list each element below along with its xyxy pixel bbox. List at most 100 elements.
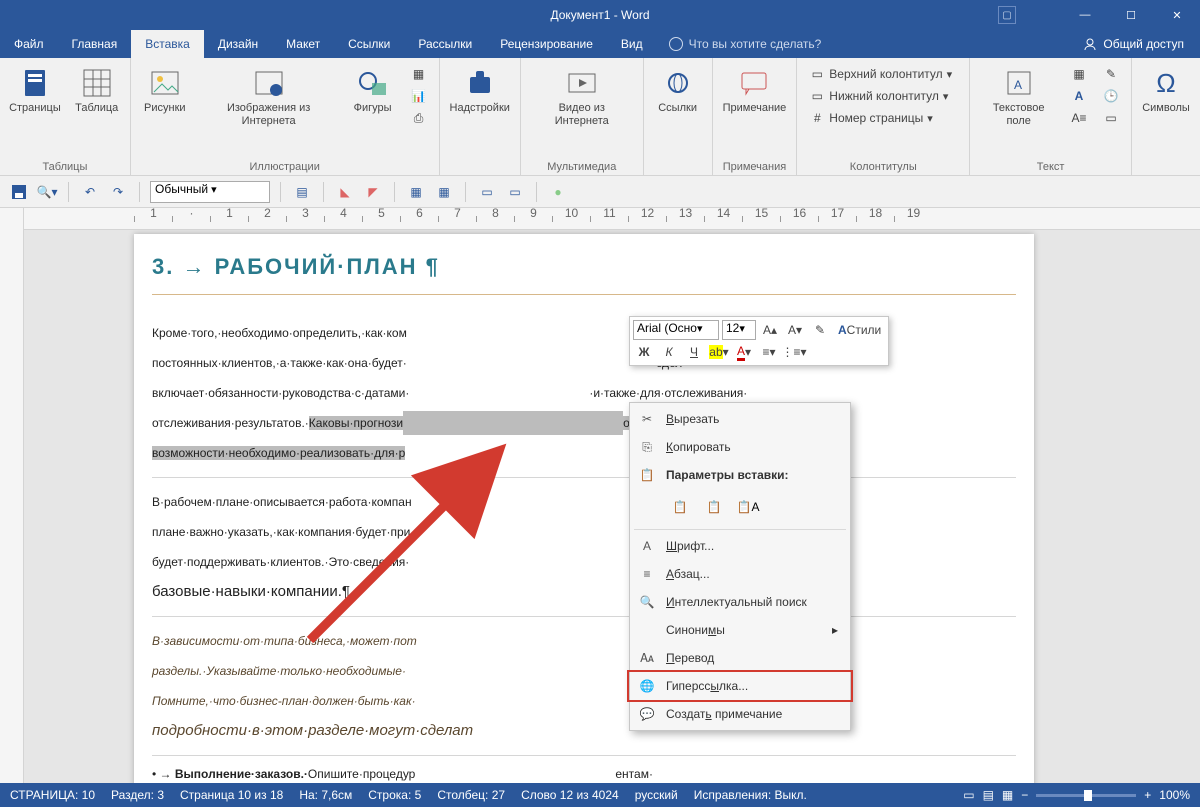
font-color-button[interactable]: A▾ bbox=[733, 342, 755, 362]
minimize-button[interactable]: — bbox=[1062, 0, 1108, 30]
tab-review[interactable]: Рецензирование bbox=[486, 30, 607, 58]
redo-button[interactable]: ↷ bbox=[107, 181, 129, 203]
save-button[interactable] bbox=[8, 181, 30, 203]
ctx-synonyms[interactable]: Синонимы▸ bbox=[630, 616, 850, 644]
qat-eraser-2[interactable]: ◤ bbox=[362, 181, 384, 203]
print-preview-button[interactable]: 🔍▾ bbox=[36, 181, 58, 203]
textbox-button[interactable]: A Текстовое поле bbox=[976, 62, 1061, 130]
status-language[interactable]: русский bbox=[635, 788, 678, 802]
tell-me-text: Что вы хотите сделать? bbox=[689, 37, 822, 51]
pictures-button[interactable]: Рисунки bbox=[137, 62, 193, 117]
tab-file[interactable]: Файл bbox=[0, 30, 58, 58]
online-pictures-button[interactable]: Изображения из Интернета bbox=[197, 62, 341, 130]
status-words[interactable]: Слово 12 из 4024 bbox=[521, 788, 619, 802]
quick-parts-button[interactable]: ▦ bbox=[1067, 64, 1091, 84]
screenshot-button[interactable]: ⎙ bbox=[407, 108, 431, 128]
numbering-button[interactable]: ⋮≡▾ bbox=[783, 342, 805, 362]
tell-me[interactable]: Что вы хотите сделать? bbox=[669, 30, 822, 58]
copy-icon: ⎘ bbox=[638, 438, 656, 456]
table-button[interactable]: Таблица bbox=[69, 62, 125, 117]
horizontal-ruler[interactable]: 1·12345678910111213141516171819 bbox=[24, 208, 1200, 230]
highlight-button[interactable]: ab▾ bbox=[708, 342, 730, 362]
zoom-out[interactable]: − bbox=[1021, 788, 1028, 802]
undo-button[interactable]: ↶ bbox=[79, 181, 101, 203]
tab-home[interactable]: Главная bbox=[58, 30, 132, 58]
document-area[interactable]: 3. → РАБОЧИЙ·ПЛАН ¶ Кроме·того,·необходи… bbox=[24, 230, 1200, 783]
signature-button[interactable]: ✎ bbox=[1099, 64, 1123, 84]
vertical-ruler[interactable] bbox=[0, 208, 24, 783]
online-video-button[interactable]: Видео из Интернета bbox=[527, 62, 637, 130]
mini-font-combo[interactable]: Arial (Осно▾ bbox=[633, 320, 719, 340]
ctx-font[interactable]: AШрифт... bbox=[630, 532, 850, 560]
zoom-level[interactable]: 100% bbox=[1159, 788, 1190, 802]
ctx-paragraph[interactable]: ≡Абзац... bbox=[630, 560, 850, 588]
group-label-comments: Примечания bbox=[723, 159, 787, 173]
paste-keep-source[interactable]: 📋 bbox=[666, 493, 694, 521]
symbols-button[interactable]: Ω Символы bbox=[1138, 62, 1194, 117]
quick-access-toolbar: 🔍▾ ↶ ↷ Обычный ▾ ▤ ◣ ◤ ▦ ▦ ▭ ▭ ● bbox=[0, 176, 1200, 208]
shrink-font-button[interactable]: A▾ bbox=[784, 320, 806, 340]
tab-design[interactable]: Дизайн bbox=[204, 30, 272, 58]
tab-mailings[interactable]: Рассылки bbox=[404, 30, 486, 58]
links-button[interactable]: Ссылки bbox=[650, 62, 706, 117]
ribbon-display-options[interactable]: ▢ bbox=[998, 6, 1016, 24]
tab-insert[interactable]: Вставка bbox=[131, 30, 204, 58]
ribbon-tabs: Файл Главная Вставка Дизайн Макет Ссылки… bbox=[0, 30, 1200, 58]
paste-merge[interactable]: 📋 bbox=[700, 493, 728, 521]
page: 3. → РАБОЧИЙ·ПЛАН ¶ Кроме·того,·необходи… bbox=[134, 234, 1034, 783]
maximize-button[interactable]: ☐ bbox=[1108, 0, 1154, 30]
status-page[interactable]: СТРАНИЦА: 10 bbox=[10, 788, 95, 802]
underline-button[interactable]: Ч bbox=[683, 342, 705, 362]
qat-eraser-1[interactable]: ◣ bbox=[334, 181, 356, 203]
status-section[interactable]: Раздел: 3 bbox=[111, 788, 164, 802]
format-painter-button[interactable]: ✎ bbox=[809, 320, 831, 340]
status-track-changes[interactable]: Исправления: Выкл. bbox=[694, 788, 807, 802]
close-button[interactable]: ✕ bbox=[1154, 0, 1200, 30]
translate-icon: 🗛 bbox=[638, 649, 656, 667]
status-page-of[interactable]: Страница 10 из 18 bbox=[180, 788, 283, 802]
header-button[interactable]: ▭Верхний колонтитул ▾ bbox=[805, 64, 961, 84]
tab-references[interactable]: Ссылки bbox=[334, 30, 404, 58]
dropcap-button[interactable]: A≡ bbox=[1067, 108, 1091, 128]
qat-group-1[interactable]: ▭ bbox=[476, 181, 498, 203]
qat-btn-1[interactable]: ▤ bbox=[291, 181, 313, 203]
view-mode-print[interactable]: ▤ bbox=[983, 788, 994, 802]
view-mode-web[interactable]: ▦ bbox=[1002, 788, 1013, 802]
smartart-button[interactable]: ▦ bbox=[407, 64, 431, 84]
grow-font-button[interactable]: A▴ bbox=[759, 320, 781, 340]
ctx-copy[interactable]: ⎘Копировать bbox=[630, 433, 850, 461]
ctx-translate[interactable]: 🗛Перевод bbox=[630, 644, 850, 672]
qat-group-2[interactable]: ▭ bbox=[504, 181, 526, 203]
ctx-hyperlink[interactable]: 🌐Гиперссылка... bbox=[630, 672, 850, 700]
bold-button[interactable]: Ж bbox=[633, 342, 655, 362]
qat-table-2[interactable]: ▦ bbox=[433, 181, 455, 203]
style-combo[interactable]: Обычный ▾ bbox=[150, 181, 270, 203]
bullets-button[interactable]: ≡▾ bbox=[758, 342, 780, 362]
ctx-cut[interactable]: ✂Вырезать bbox=[630, 405, 850, 433]
share-button[interactable]: Общий доступ bbox=[1067, 30, 1200, 58]
qat-circle[interactable]: ● bbox=[547, 181, 569, 203]
tab-view[interactable]: Вид bbox=[607, 30, 657, 58]
view-mode-read[interactable]: ▭ bbox=[963, 788, 974, 802]
datetime-button[interactable]: 🕒 bbox=[1099, 86, 1123, 106]
tab-layout[interactable]: Макет bbox=[272, 30, 334, 58]
footer-button[interactable]: ▭Нижний колонтитул ▾ bbox=[805, 86, 961, 106]
zoom-slider[interactable] bbox=[1036, 794, 1136, 797]
object-button[interactable]: ▭ bbox=[1099, 108, 1123, 128]
zoom-in[interactable]: + bbox=[1144, 788, 1151, 802]
chart-button[interactable]: 📊 bbox=[407, 86, 431, 106]
mini-styles-button[interactable]: AСтили bbox=[834, 320, 885, 340]
page-number-button[interactable]: #Номер страницы ▾ bbox=[805, 108, 961, 128]
paragraph-icon: ≡ bbox=[638, 565, 656, 583]
comment-button[interactable]: Примечание bbox=[719, 62, 791, 117]
pages-button[interactable]: Страницы bbox=[5, 62, 65, 117]
wordart-button[interactable]: A bbox=[1067, 86, 1091, 106]
paste-text-only[interactable]: 📋A bbox=[734, 493, 762, 521]
qat-table-1[interactable]: ▦ bbox=[405, 181, 427, 203]
shapes-button[interactable]: Фигуры bbox=[345, 62, 401, 117]
mini-size-combo[interactable]: 12▾ bbox=[722, 320, 756, 340]
ctx-smart-lookup[interactable]: 🔍Интеллектуальный поиск bbox=[630, 588, 850, 616]
ctx-new-comment[interactable]: 💬Создать примечание bbox=[630, 700, 850, 728]
italic-button[interactable]: К bbox=[658, 342, 680, 362]
addins-button[interactable]: Надстройки bbox=[446, 62, 514, 117]
